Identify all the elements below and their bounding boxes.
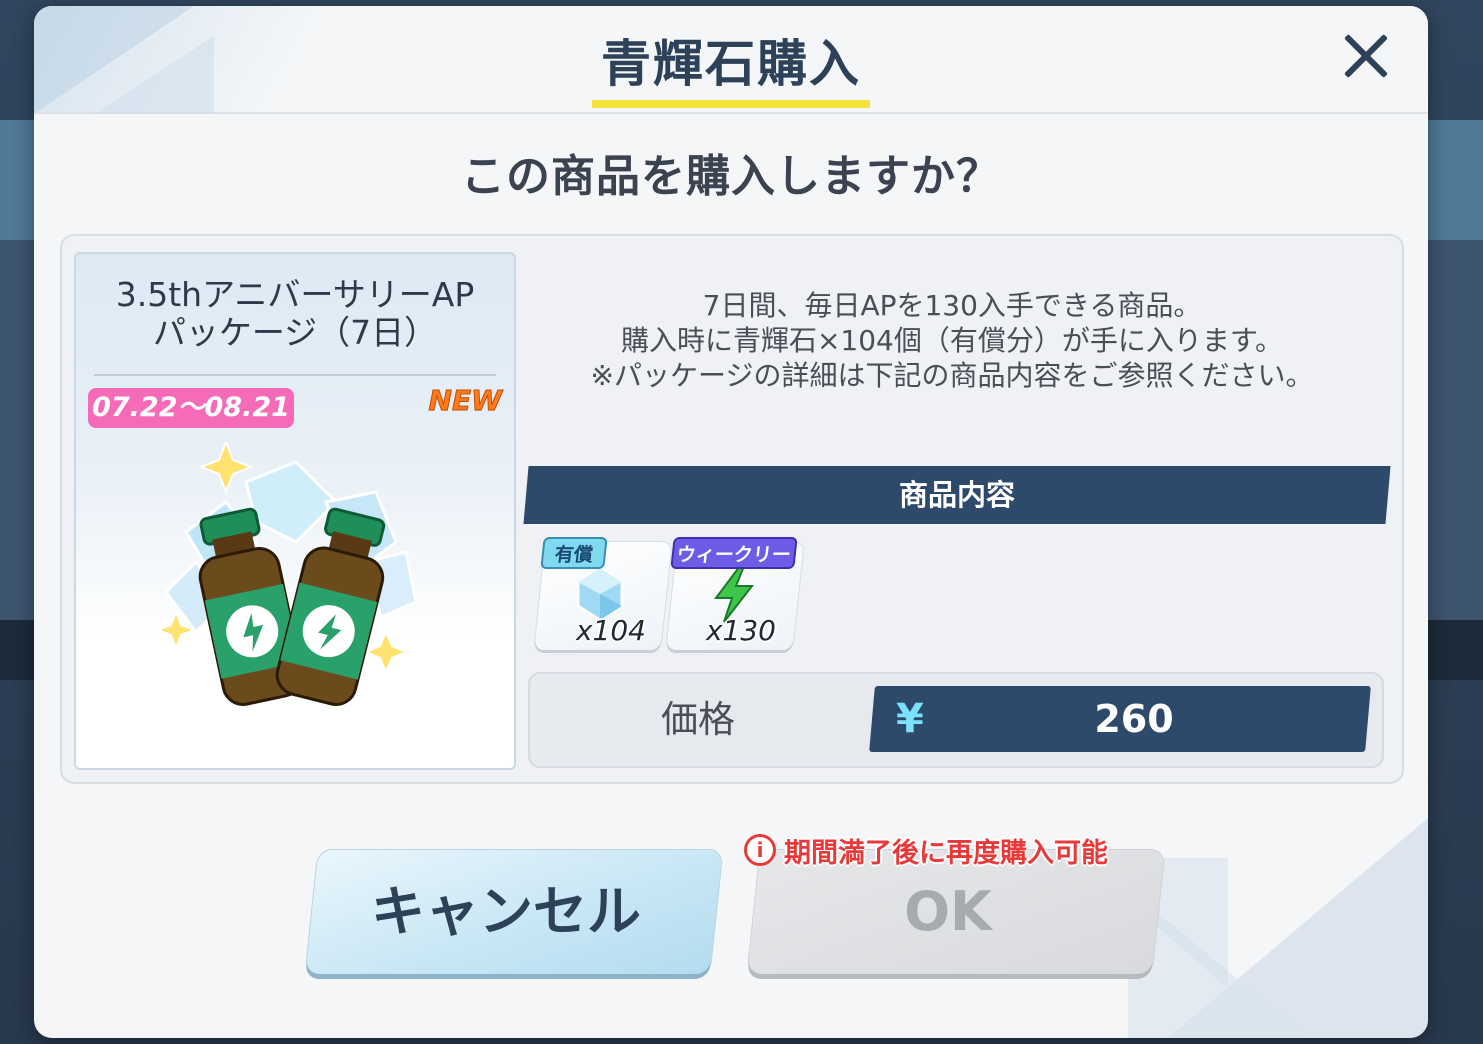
new-badge: NEW (428, 384, 502, 418)
item-quantity-ap: x130 (705, 614, 776, 647)
repurchase-notice: i 期間満了後に再度購入可能 (744, 832, 1108, 869)
info-icon: i (744, 834, 776, 866)
tag-paid: 有償 (540, 537, 608, 569)
purchase-dialog: 青輝石購入 この商品を購入しますか？ 3.5thアニバーサリーAP パッケージ（… (34, 6, 1428, 1038)
dialog-title: 青輝石購入 (601, 35, 861, 93)
price-value: 260 (1094, 697, 1174, 741)
product-image-icon (155, 442, 418, 706)
yen-icon: ¥ (896, 696, 924, 742)
description-line1: 7日間、毎日APを130入手できる商品。 (702, 289, 1202, 322)
cancel-button[interactable] (305, 850, 723, 974)
product-name-line2: パッケージ（7日） (152, 313, 438, 352)
close-icon[interactable] (1334, 26, 1394, 86)
tag-weekly: ウィークリー (670, 537, 798, 569)
product-description: 7日間、毎日APを130入手できる商品。 購入時に青輝石×104個（有償分）が手… (534, 288, 1370, 393)
notice-text: 期間満了後に再度購入可能 (784, 837, 1108, 869)
price-label: 価格 (661, 698, 735, 741)
item-quantity-crystal: x104 (575, 614, 646, 647)
contents-header-label: 商品内容 (898, 478, 1015, 512)
description-line3: ※パッケージの詳細は下記の商品内容をご参照ください。 (590, 359, 1314, 392)
confirm-question: この商品を購入しますか？ (461, 151, 1001, 202)
date-range-badge: 07.22～08.21 (88, 388, 294, 428)
card-divider (94, 374, 496, 376)
product-name: 3.5thアニバーサリーAP パッケージ（7日） (76, 276, 514, 352)
product-name-line1: 3.5thアニバーサリーAP (115, 275, 475, 314)
description-line2: 購入時に青輝石×104個（有償分）が手に入ります。 (620, 324, 1284, 357)
title-underline (592, 100, 870, 108)
product-card: 3.5thアニバーサリーAP パッケージ（7日） 07.22～08.21 NEW (74, 252, 516, 770)
